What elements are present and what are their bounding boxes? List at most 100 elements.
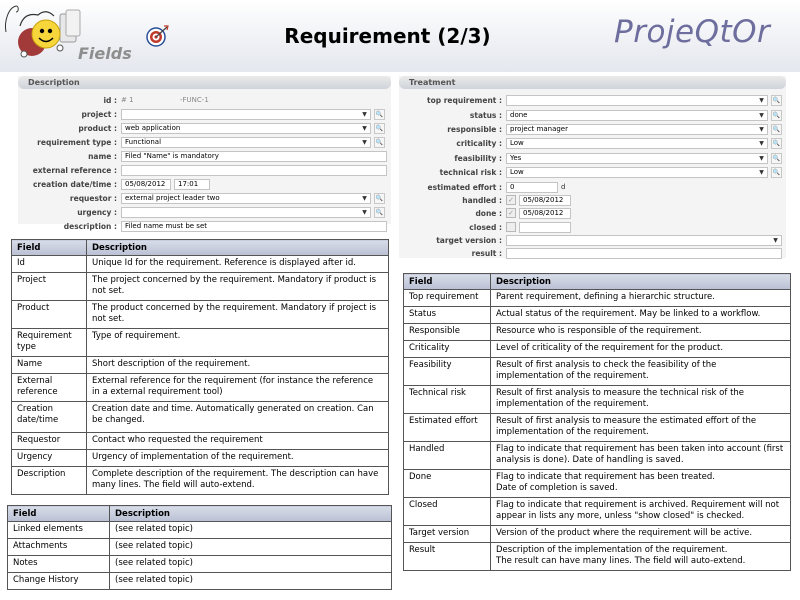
field-label: external reference : (32, 166, 117, 175)
product-select[interactable]: web application (121, 123, 371, 134)
urgency-select[interactable] (121, 207, 371, 218)
field-name-cell: Change History (7, 572, 110, 590)
chevron-down-icon[interactable]: ▼ (756, 95, 767, 106)
field-label: name : (88, 152, 117, 161)
field-label: closed : (469, 223, 502, 232)
description-section-header[interactable]: Description (18, 76, 391, 89)
description-panel: Description id : # 1 -FUNC-1 project : ▼ 🔍 pro… (18, 76, 391, 232)
creation-time-input[interactable]: 17:01 (174, 179, 210, 190)
reference-value: -FUNC-1 (180, 96, 209, 104)
form-row-estimated-effort: estimated effort : 0d (399, 181, 786, 194)
feasibility-select[interactable]: Yes (506, 153, 768, 164)
done-date-input[interactable]: 05/08/2012 (519, 208, 571, 219)
target-version-select[interactable] (506, 235, 782, 246)
brand-logo: ProjeQtOr (614, 14, 771, 50)
field-label: creation date/time : (32, 180, 117, 189)
field-description-cell: Type of requirement. (86, 328, 389, 357)
top-requirement-select[interactable] (506, 95, 768, 106)
field-label: requestor : (69, 194, 117, 203)
technical-risk-select[interactable]: Low (506, 167, 768, 178)
form-row-technical-risk: technical risk : Low ▼ 🔍 (399, 166, 786, 179)
table-row: Attachments (see related topic) (7, 538, 392, 556)
description-field-table: Field Description Id Unique Id for the re… (11, 239, 389, 495)
form-row-top-requirement: top requirement : ▼ 🔍 (399, 94, 786, 107)
form-row-requirement-type: requirement type : Functional ▼ 🔍 (18, 136, 391, 149)
field-name-cell: Requirement type (11, 328, 87, 357)
form-row-urgency: urgency : ▼ 🔍 (18, 206, 391, 219)
form-row-criticality: criticality : Low ▼ 🔍 (399, 137, 786, 150)
chevron-down-icon[interactable]: ▼ (359, 109, 370, 120)
search-icon[interactable]: 🔍 (374, 109, 385, 120)
table-row: Requestor Contact who requested the requi… (11, 432, 389, 450)
creation-date-input[interactable]: 05/08/2012 (121, 179, 171, 190)
chevron-down-icon[interactable]: ▼ (756, 167, 767, 178)
field-name-cell: Result (403, 542, 491, 571)
search-icon[interactable]: 🔍 (374, 207, 385, 218)
requestor-select[interactable]: external project leader two (121, 193, 371, 204)
table-row: Change History (see related topic) (7, 572, 392, 590)
external-reference-input[interactable] (121, 165, 387, 176)
project-select[interactable] (121, 109, 371, 120)
search-icon[interactable]: 🔍 (374, 123, 385, 134)
chevron-down-icon[interactable]: ▼ (770, 235, 781, 246)
field-description-cell: Flag to indicate that requirement has be… (490, 469, 791, 498)
search-icon[interactable]: 🔍 (771, 124, 782, 135)
responsible-select[interactable]: project manager (506, 124, 768, 135)
chevron-down-icon[interactable]: ▼ (756, 124, 767, 135)
field-label: urgency : (77, 208, 117, 217)
field-name-cell: Project (11, 272, 87, 301)
closed-checkbox[interactable] (506, 222, 516, 232)
table-row: Criticality Level of criticality of the r… (403, 340, 791, 358)
description-input[interactable]: Filed name must be set (121, 221, 387, 232)
form-row-name: name : Filed "Name" is mandatory (18, 150, 391, 163)
status-select[interactable]: done (506, 110, 768, 121)
form-row-responsible: responsible : project manager ▼ 🔍 (399, 123, 786, 136)
search-icon[interactable]: 🔍 (771, 138, 782, 149)
handled-date-input[interactable]: 05/08/2012 (519, 195, 571, 206)
table-row: Status Actual status of the requirement. … (403, 306, 791, 324)
closed-date-input[interactable] (519, 222, 571, 233)
table-row: Description Complete description of the r… (11, 466, 389, 495)
field-description-cell: Contact who requested the requirement (86, 432, 389, 450)
search-icon[interactable]: 🔍 (771, 95, 782, 106)
search-icon[interactable]: 🔍 (771, 167, 782, 178)
chevron-down-icon[interactable]: ▼ (359, 207, 370, 218)
treatment-field-table: Field Description Top requirement Parent … (403, 273, 791, 571)
criticality-select[interactable]: Low (506, 138, 768, 149)
chevron-down-icon[interactable]: ▼ (359, 123, 370, 134)
search-icon[interactable]: 🔍 (771, 110, 782, 121)
chevron-down-icon[interactable]: ▼ (756, 110, 767, 121)
field-description-cell: Resource who is responsible of the requi… (490, 323, 791, 341)
name-input[interactable]: Filed "Name" is mandatory (121, 151, 387, 162)
treatment-section-header[interactable]: Treatment (399, 76, 786, 89)
requirement-type-select[interactable]: Functional (121, 137, 371, 148)
chevron-down-icon[interactable]: ▼ (359, 193, 370, 204)
table-row: Result Description of the implementation … (403, 542, 791, 571)
field-name-cell: Description (11, 466, 87, 495)
column-header: Description (86, 239, 389, 256)
chevron-down-icon[interactable]: ▼ (359, 137, 370, 148)
form-row-description: description : Filed name must be set (18, 220, 391, 233)
id-value: # 1 (121, 96, 134, 104)
form-row-closed: closed : (399, 221, 786, 234)
field-label: feasibility : (454, 154, 502, 163)
field-description-cell: Creation date and time. Automatically ge… (86, 401, 389, 433)
field-description-cell: The project concerned by the requirement… (86, 272, 389, 301)
table-row: Responsible Resource who is responsible o… (403, 323, 791, 341)
search-icon[interactable]: 🔍 (771, 153, 782, 164)
done-checkbox[interactable]: ✓ (506, 208, 516, 218)
result-input[interactable] (506, 248, 782, 259)
search-icon[interactable]: 🔍 (374, 137, 385, 148)
search-icon[interactable]: 🔍 (374, 193, 385, 204)
field-label: status : (469, 111, 502, 120)
chevron-down-icon[interactable]: ▼ (756, 153, 767, 164)
field-label: id : (103, 96, 117, 105)
estimated-effort-input[interactable]: 0 (506, 182, 558, 193)
table-row: Handled Flag to indicate that requirement… (403, 441, 791, 470)
handled-checkbox[interactable]: ✓ (506, 195, 516, 205)
field-name-cell: Responsible (403, 323, 491, 341)
column-header: Field (7, 505, 110, 522)
table-row: Estimated effort Result of first analysis… (403, 413, 791, 442)
chevron-down-icon[interactable]: ▼ (756, 138, 767, 149)
field-name-cell: Handled (403, 441, 491, 470)
